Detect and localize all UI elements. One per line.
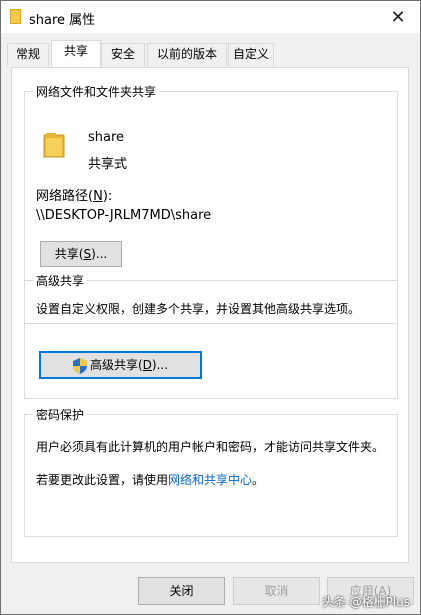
folder-icon [10,9,21,24]
tab-previous-versions[interactable]: 以前的版本 [147,43,227,66]
password-protection-group: 密码保护 用户必须具有此计算机的用户帐户和密码，才能访问共享文件夹。 若要更改此… [24,406,398,537]
title-bar: share 属性 ✕ [1,1,420,33]
tab-customize[interactable]: 自定义 [228,43,274,66]
share-button[interactable]: 共享(S)... [40,241,122,267]
tab-general[interactable]: 常规 [7,43,49,66]
change-setting-text: 若要更改此设置，请使用网络和共享中心。 [36,473,265,487]
tab-sharing-label: 共享 [63,44,88,58]
password-protection-description: 用户必须具有此计算机的用户帐户和密码，才能访问共享文件夹。 [36,440,385,454]
tab-general-label: 常规 [15,47,40,61]
close-button[interactable]: 关闭 [138,577,225,605]
network-sharing-center-link[interactable]: 网络和共享中心 [168,473,252,487]
properties-dialog: share 属性 ✕ 常规 共享 安全 以前的版本 自定义 网络文件和文件夹共享 [0,0,421,615]
window-title: share 属性 [29,13,96,28]
close-window-button[interactable]: ✕ [376,1,420,33]
folder-name: share [88,130,125,145]
cancel-button[interactable]: 取消 [233,577,320,605]
tab-security-label: 安全 [110,47,135,61]
tab-previous-versions-label: 以前的版本 [156,47,217,61]
advanced-sharing-group: 高级共享 设置自定义权限，创建多个共享，并设置其他高级共享选项。 高级共享(D)… [24,272,398,399]
advanced-sharing-legend: 高级共享 [33,272,88,289]
network-path-label: 网络路径(N): [36,189,113,204]
tab-customize-label: 自定义 [232,47,269,61]
tab-strip: 常规 共享 安全 以前的版本 自定义 [1,33,420,68]
tab-security[interactable]: 安全 [101,43,145,66]
advanced-sharing-button[interactable]: 高级共享(D)... [39,351,202,379]
sharing-panel: 网络文件和文件夹共享 share 共享式 网络路径(N): \\DESKTOP-… [11,67,409,563]
password-protection-legend: 密码保护 [33,406,88,423]
watermark-text: 头条 @格栅Plus [321,595,410,609]
tab-sharing[interactable]: 共享 [51,40,101,67]
advanced-sharing-description: 设置自定义权限，创建多个共享，并设置其他高级共享选项。 [36,302,361,316]
shared-folder-icon [43,133,65,158]
network-path-value: \\DESKTOP-JRLM7MD\share [36,208,212,223]
network-sharing-legend: 网络文件和文件夹共享 [33,83,160,100]
uac-shield-icon [72,357,87,374]
close-icon: ✕ [390,6,406,28]
folder-share-status: 共享式 [88,157,128,172]
